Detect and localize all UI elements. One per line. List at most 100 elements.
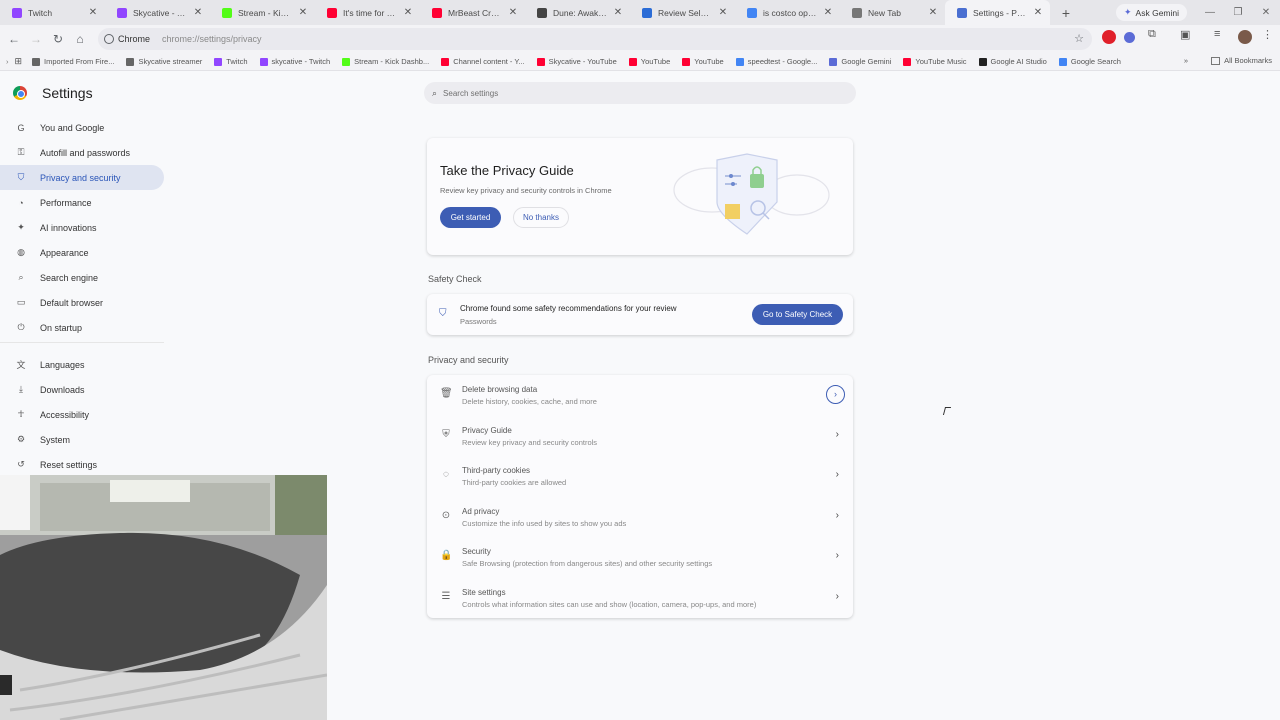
- get-started-button[interactable]: Get started: [440, 207, 501, 228]
- bookmark-item[interactable]: Channel content - Y...: [441, 57, 525, 66]
- tab-close-icon[interactable]: ✕: [402, 7, 414, 18]
- back-icon[interactable]: ←: [3, 32, 25, 46]
- tab-close-icon[interactable]: ✕: [87, 7, 99, 18]
- site-chip[interactable]: Chrome: [104, 34, 156, 44]
- ext-opera-icon[interactable]: [1102, 30, 1116, 44]
- chevron-right-icon[interactable]: ›: [836, 469, 839, 480]
- tab-close-icon[interactable]: ✕: [822, 7, 834, 18]
- sidebar-item-performance[interactable]: ◔ Performance: [0, 190, 170, 215]
- restore-icon[interactable]: ❐: [1224, 0, 1252, 25]
- bookmark-star-icon[interactable]: ☆: [1074, 32, 1084, 45]
- reload-icon[interactable]: ↻: [47, 32, 69, 46]
- tab-close-icon[interactable]: ✕: [927, 7, 939, 18]
- bookmark-item[interactable]: Skycative - YouTube: [536, 57, 617, 66]
- search-placeholder: Search settings: [443, 88, 499, 98]
- bookmark-item[interactable]: skycative - Twitch: [259, 57, 330, 66]
- minimize-icon[interactable]: —: [1196, 0, 1224, 25]
- privacy-security-card: 🗑 Delete browsing data Delete history, coo…: [427, 375, 853, 618]
- settings-row-delete-browsing-data[interactable]: 🗑 Delete browsing data Delete history, coo…: [427, 375, 853, 415]
- bookmarks-chevron-left-icon[interactable]: ›: [6, 57, 9, 66]
- tab-9[interactable]: Settings - Privacy ✕: [945, 0, 1050, 25]
- tab-close-icon[interactable]: ✕: [297, 7, 309, 18]
- chevron-right-icon[interactable]: ›: [826, 385, 845, 404]
- tab-7[interactable]: is costco open on ✕: [735, 0, 840, 25]
- tab-6[interactable]: Review Selections ✕: [630, 0, 735, 25]
- bookmark-item[interactable]: Google AI Studio: [978, 57, 1047, 66]
- menu-kebab-icon[interactable]: ⋮: [1262, 28, 1276, 42]
- sidebar-item-search-engine[interactable]: ⌕ Search engine: [0, 265, 170, 290]
- new-tab-button[interactable]: +: [1054, 5, 1078, 21]
- reading-list-icon[interactable]: ▣: [1180, 28, 1194, 42]
- sidebar-item-system[interactable]: ⚙ System: [0, 427, 170, 452]
- bookmark-item[interactable]: Google Gemini: [829, 57, 891, 66]
- tab-close-icon[interactable]: ✕: [717, 7, 729, 18]
- chevron-right-icon[interactable]: ›: [836, 510, 839, 521]
- bookmarks-overflow-icon[interactable]: »: [1184, 56, 1188, 65]
- bookmark-item[interactable]: Twitch: [214, 57, 248, 66]
- bookmark-item[interactable]: Google Search: [1058, 57, 1121, 66]
- sidebar-item-downloads[interactable]: ⤓ Downloads: [0, 377, 170, 402]
- search-settings-input[interactable]: ⌕ Search settings: [424, 82, 856, 104]
- sidebar-item-privacy-and-security[interactable]: ⛉ Privacy and security: [0, 165, 164, 190]
- tab-5[interactable]: Dune: Awakening ✕: [525, 0, 630, 25]
- sidebar-item-you-and-google[interactable]: G You and Google: [0, 115, 170, 140]
- settings-row-site-settings[interactable]: ☰ Site settings Controls what information …: [427, 578, 853, 618]
- go-to-safety-check-button[interactable]: Go to Safety Check: [752, 304, 843, 325]
- profile-avatar[interactable]: [1238, 30, 1252, 44]
- bookmark-item[interactable]: Stream - Kick Dashb...: [342, 57, 429, 66]
- tab-close-icon[interactable]: ✕: [192, 7, 204, 18]
- media-control-icon[interactable]: ≡: [1214, 28, 1228, 42]
- close-window-icon[interactable]: ✕: [1252, 0, 1280, 25]
- chevron-right-icon[interactable]: ›: [836, 429, 839, 440]
- settings-row-ad-privacy[interactable]: ⊙ Ad privacy Customize the info used by si…: [427, 497, 853, 537]
- extensions-puzzle-icon[interactable]: ⧉: [1148, 28, 1162, 42]
- no-thanks-button[interactable]: No thanks: [513, 207, 569, 228]
- settings-row-privacy-guide[interactable]: ⛨ Privacy Guide Review key privacy and sec…: [427, 416, 853, 456]
- settings-row-third-party-cookies[interactable]: ◌ Third-party cookies Third-party cookies …: [427, 456, 853, 496]
- chevron-right-icon[interactable]: ›: [836, 591, 839, 602]
- bookmark-item[interactable]: YouTube: [682, 57, 724, 66]
- tab-4[interactable]: MrBeast Crashout ✕: [420, 0, 525, 25]
- row-title: Security: [462, 547, 491, 557]
- sidebar-item-languages[interactable]: 文 Languages: [0, 352, 170, 377]
- sidebar-item-ai-innovations[interactable]: ✦ AI innovations: [0, 215, 170, 240]
- doc-icon: [642, 7, 652, 18]
- address-bar[interactable]: Chrome chrome://settings/privacy ☆: [98, 28, 1092, 50]
- chevron-right-icon[interactable]: ›: [836, 550, 839, 561]
- all-bookmarks-label: All Bookmarks: [1224, 56, 1272, 65]
- bookmark-label: Skycative streamer: [138, 57, 203, 66]
- tab-1[interactable]: Skycative - Twitch ✕: [105, 0, 210, 25]
- bookmarks-bar: › ⊞ Imported From Fire... Skycative strea…: [0, 53, 1280, 71]
- tab-8[interactable]: New Tab ✕: [840, 0, 945, 25]
- bookmark-item[interactable]: YouTube: [628, 57, 670, 66]
- tab-0[interactable]: Twitch ✕: [0, 0, 105, 25]
- bookmark-item[interactable]: speedtest - Google...: [735, 57, 817, 66]
- settings-row-security[interactable]: 🔒 Security Safe Browsing (protection from …: [427, 537, 853, 577]
- apps-grid-icon[interactable]: ⊞: [15, 56, 23, 67]
- row-subtitle: Delete history, cookies, cache, and more: [462, 397, 597, 406]
- forward-icon[interactable]: →: [25, 32, 47, 46]
- tab-close-icon[interactable]: ✕: [612, 7, 624, 18]
- all-bookmarks-folder[interactable]: All Bookmarks: [1211, 56, 1272, 65]
- bookmark-label: Google Search: [1070, 57, 1121, 66]
- tab-close-icon[interactable]: ✕: [507, 7, 519, 18]
- sparkle-icon: ✦: [17, 222, 25, 232]
- ask-gemini-button[interactable]: ✦ Ask Gemini: [1116, 4, 1188, 21]
- bookmark-item[interactable]: Imported From Fire...: [32, 57, 114, 66]
- sidebar-item-default-browser[interactable]: ▭ Default browser: [0, 290, 170, 315]
- tab-2[interactable]: Stream - Kick Das ✕: [210, 0, 315, 25]
- sidebar-item-on-startup[interactable]: ⏻ On startup: [0, 315, 170, 340]
- game-icon: [537, 7, 547, 18]
- sidebar-item-appearance[interactable]: ◍ Appearance: [0, 240, 170, 265]
- tab-3[interactable]: It's time for a big ✕: [315, 0, 420, 25]
- bookmark-label: Imported From Fire...: [44, 57, 115, 66]
- sidebar-item-autofill-and-passwords[interactable]: ⚿ Autofill and passwords: [0, 140, 170, 165]
- sidebar-item-accessibility[interactable]: ☥ Accessibility: [0, 402, 170, 427]
- home-icon[interactable]: ⌂: [69, 32, 91, 46]
- safety-shield-icon: ⛉: [439, 308, 447, 319]
- sidebar-item-reset-settings[interactable]: ↺ Reset settings: [0, 452, 170, 477]
- tab-close-icon[interactable]: ✕: [1032, 7, 1044, 18]
- bookmark-item[interactable]: Skycative streamer: [126, 57, 202, 66]
- bookmark-item[interactable]: YouTube Music: [903, 57, 967, 66]
- ext-circle-icon[interactable]: [1124, 32, 1135, 43]
